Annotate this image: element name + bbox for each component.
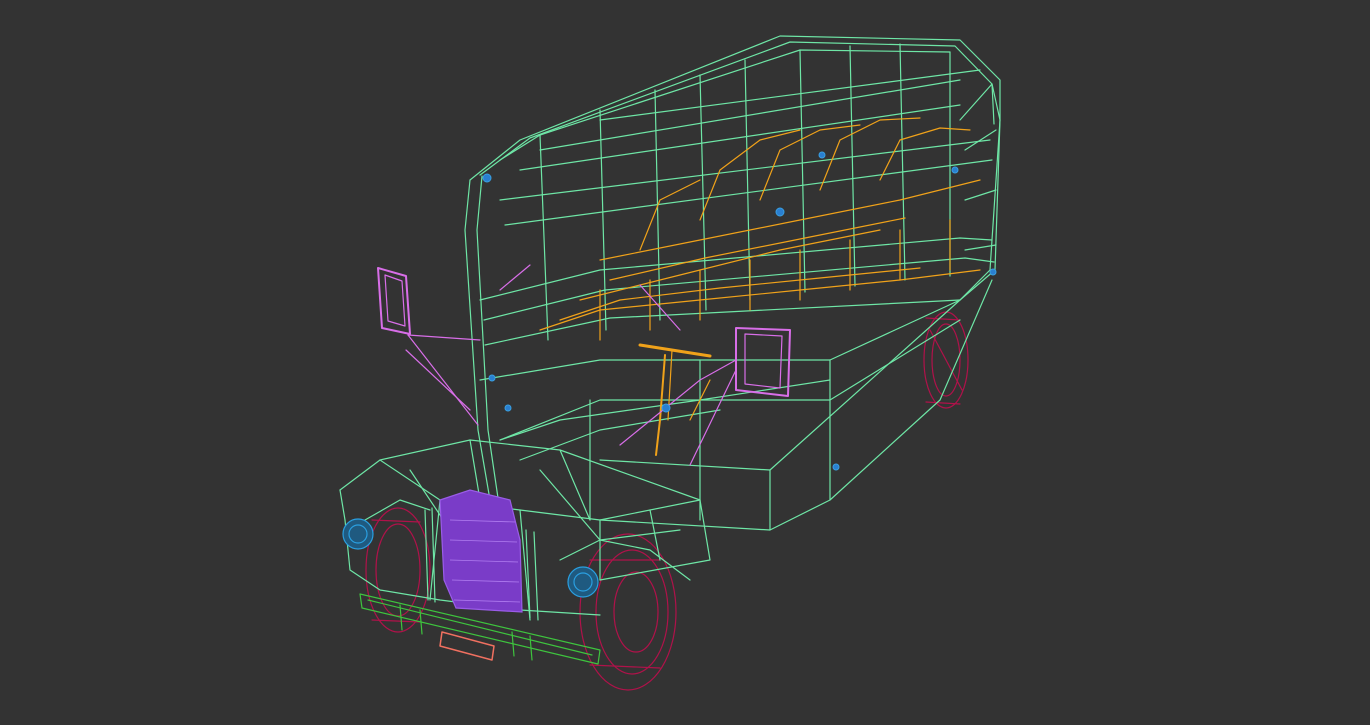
wireframe-scene <box>339 35 1001 691</box>
license-plate <box>439 631 495 661</box>
body-shell <box>339 35 1001 621</box>
radiator-grille <box>439 489 523 613</box>
3d-viewport[interactable] <box>0 0 1370 725</box>
front-right-wheel <box>579 533 677 691</box>
